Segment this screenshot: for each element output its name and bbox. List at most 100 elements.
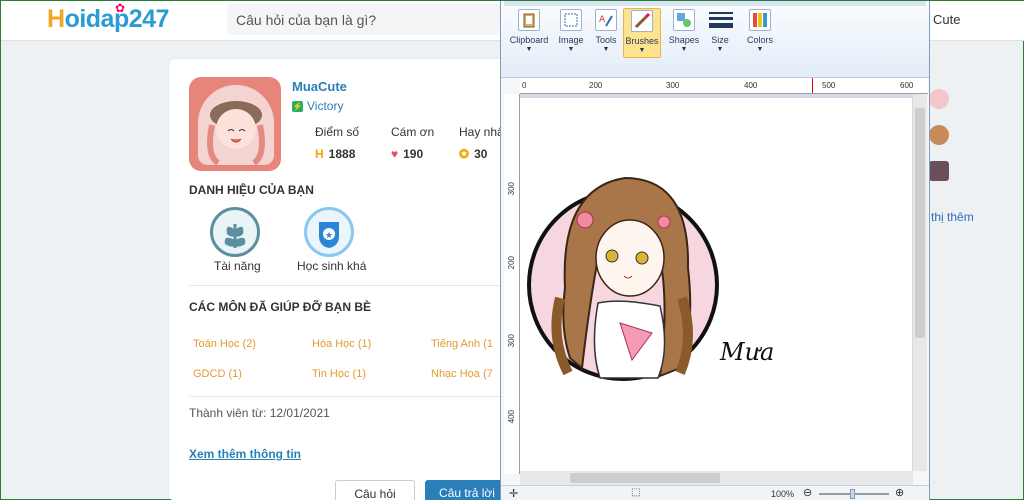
site-logo[interactable]: Hoidap247 [47,5,169,34]
titles-heading: DANH HIỆU CỦA BẠN [189,183,314,197]
selection-size-icon: ⬚ [631,487,641,498]
horizontal-scrollbar[interactable] [520,471,913,485]
stat-points-label: Điểm số [315,125,360,139]
sprout-icon [224,224,246,248]
ruler-label: 300 [507,182,516,196]
logo-h: H [47,5,65,33]
heart-icon: ♥ [391,147,399,161]
h-points-icon: H [315,147,324,161]
canvas-area: Mưa [520,94,913,471]
avatar[interactable] [189,77,281,171]
signature-text: Mưa [719,338,774,366]
clipboard-icon [518,9,540,31]
zoom-in-icon[interactable]: ⊕ [895,486,904,499]
badge-good-student[interactable]: ★ [304,207,354,257]
divider [189,396,505,397]
side-avatar-2[interactable] [929,125,949,145]
image-button[interactable]: Image ▼ [551,9,591,53]
avatar-drawing-icon [207,101,265,166]
more-info-link[interactable]: Xem thêm thông tin [189,447,301,461]
ruler-cursor-marker [812,78,813,93]
zoom-slider-thumb[interactable] [850,489,855,499]
paint-window: Clipboard ▼ Image ▼ A Tools ▼ Brushes ▼ Shap… [500,1,930,500]
drawing-canvas[interactable]: Mưa [520,98,912,471]
stat-thanks: Cám ơn ♥ 190 [391,125,434,161]
colors-label: Colors [746,35,773,45]
logo-spark-icon: ✿ [115,1,126,15]
vertical-ruler: 300 200 300 400 [504,94,520,474]
shapes-button[interactable]: Shapes ▼ [664,9,704,53]
vertical-scrollbar[interactable] [913,94,927,471]
clipboard-label: Clipboard [509,35,549,45]
show-more-link[interactable]: thị thêm [931,210,974,224]
ruler-label: 300 [666,81,680,90]
shield-star-icon: ★ [319,222,339,248]
horizontal-ruler: 0 200 300 400 500 600 [520,78,928,94]
member-since: Thành viên từ: 12/01/2021 [189,406,330,420]
search-input[interactable]: Câu hỏi của bạn là gì? [227,4,517,35]
svg-text:A: A [599,15,606,25]
tools-button[interactable]: A Tools ▼ [586,9,626,53]
shapes-label: Shapes [668,35,700,45]
stat-best-value: 30 [474,147,488,161]
brush-icon [631,10,653,32]
avatar-image [198,85,274,166]
tools-icon: A [595,9,617,31]
side-avatar-1[interactable] [929,89,949,109]
paint-ribbon: Clipboard ▼ Image ▼ A Tools ▼ Brushes ▼ Shap… [501,1,929,78]
profile-card: MuaCute ⚡ Victory Điểm số H 1888 Cám ơn ♥… [169,59,509,500]
subject-link[interactable]: GDCD (1) [193,368,242,380]
ruler-label: 600 [900,81,914,90]
divider [189,285,505,286]
clipboard-button[interactable]: Clipboard ▼ [509,9,549,53]
side-avatar-3[interactable] [929,161,949,181]
brushes-label: Brushes [625,36,659,46]
subjects-heading: CÁC MÔN ĐÃ GIÚP ĐỠ BẠN BÈ [189,300,372,314]
palette-icon [749,9,771,31]
ruler-label: 400 [507,410,516,424]
rank-badge: ⚡ Victory [292,99,343,113]
badge-talent-label: Tài năng [214,259,261,273]
medal-icon: ✪ [459,147,470,161]
stat-best-label: Hay nhấ [459,125,504,139]
subject-link[interactable]: Tin Học (1) [312,368,366,380]
chevron-down-icon: ▼ [602,46,610,53]
colors-button[interactable]: Colors ▼ [740,9,780,53]
shapes-icon [673,9,695,31]
image-select-icon [560,9,582,31]
profile-username[interactable]: MuaCute [292,79,347,94]
move-cursor-icon: ✛ [509,488,519,500]
size-lines-icon [709,9,733,31]
search-placeholder: Câu hỏi của bạn là gì? [236,12,377,28]
horizontal-scroll-thumb[interactable] [570,473,720,483]
chevron-down-icon: ▼ [525,46,533,53]
ribbon-tab-strip [504,1,926,6]
anime-girl-drawing: Mưa [527,176,774,381]
size-button[interactable]: Size ▼ [700,9,740,53]
header-username[interactable]: Cute [933,12,960,27]
stat-thanks-value: 190 [403,147,424,161]
subject-link[interactable]: Toán Học (2) [193,338,256,350]
badge-talent[interactable] [210,207,260,257]
rank-icon: ⚡ [292,100,303,112]
stat-thanks-label: Cám ơn [391,125,435,139]
subject-link[interactable]: Hóa Học (1) [312,338,371,350]
stat-best: Hay nhấ ✪ 30 [459,125,504,161]
subject-link[interactable]: Tiếng Anh (1 [431,338,493,350]
ruler-label: 200 [507,256,516,270]
brushes-button[interactable]: Brushes ▼ [623,8,661,58]
zoom-level: 100% [771,489,795,499]
ruler-label: 500 [822,81,836,90]
stat-points-value: 1888 [328,147,356,161]
tab-answers[interactable]: Câu trả lời [425,480,509,500]
zoom-out-icon[interactable]: ⊖ [803,486,812,499]
badge-good-student-label: Học sinh khá [297,259,367,273]
chevron-down-icon: ▼ [716,46,724,53]
chevron-down-icon: ▼ [567,46,575,53]
chevron-down-icon: ▼ [756,46,764,53]
subject-link[interactable]: Nhạc Họa (7 [431,368,493,380]
ruler-label: 200 [589,81,603,90]
tab-questions[interactable]: Câu hỏi [335,480,415,500]
vertical-scroll-thumb[interactable] [915,108,925,338]
rank-label: Victory [307,99,344,113]
